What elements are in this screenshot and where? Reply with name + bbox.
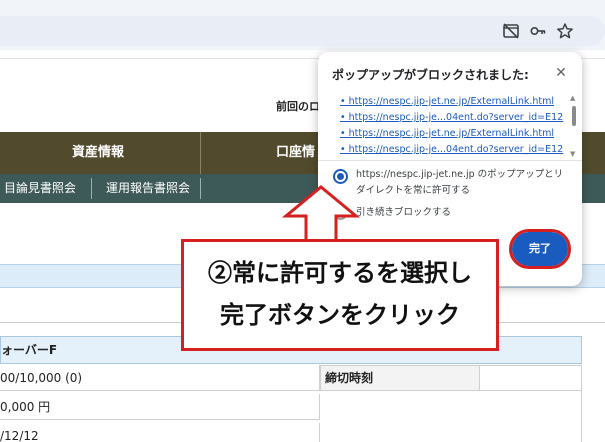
nav-divider (200, 132, 201, 174)
subnav-divider (200, 178, 201, 199)
tab-account[interactable]: 口座情 (276, 132, 315, 174)
table-row: 00/10,000 (0) (0, 365, 320, 391)
done-button[interactable]: 完了 (509, 229, 571, 269)
blocked-link[interactable]: • https://nespc.jip-jet.ne.jp/ExternalLi… (340, 126, 570, 142)
scroll-down-icon[interactable]: ▼ (570, 150, 575, 158)
subnav-prospectus[interactable]: 目論見書照会 (4, 174, 76, 203)
subnav-report[interactable]: 運用報告書照会 (106, 174, 190, 203)
allow-radio[interactable] (333, 169, 348, 184)
scroll-thumb[interactable] (572, 106, 576, 126)
annotation-line2: 完了ボタンをクリック (220, 300, 460, 329)
scroll-up-icon[interactable]: ▲ (570, 94, 575, 102)
dialog-title: ポップアップがブロックされました: (332, 68, 529, 82)
star-icon[interactable] (556, 22, 574, 40)
annotation-callout: ②常に許可するを選択し 完了ボタンをクリック (181, 239, 499, 351)
tab-assets[interactable]: 資産情報 (72, 132, 124, 174)
table-row: /12/12 (0, 423, 320, 442)
deadline-value (480, 365, 582, 391)
blocked-link[interactable]: • https://nespc.jip-je...04ent.do?server… (340, 142, 570, 158)
link-list-scrollbar[interactable]: ▲ ▼ (570, 94, 578, 158)
annotation-arrow-icon (282, 185, 360, 244)
blocked-link[interactable]: • https://nespc.jip-je...04ent.do?server… (340, 110, 570, 126)
last-login-label: 前回のロ (276, 100, 320, 113)
block-option-label[interactable]: 引き続きブロックする (356, 205, 451, 221)
table-cell (320, 391, 582, 442)
dialog-divider (318, 160, 582, 161)
blocked-link-list: • https://nespc.jip-jet.ne.jp/ExternalLi… (340, 94, 570, 158)
annotation-text: ②常に許可するを選択し 完了ボタンをクリック (184, 252, 496, 336)
blocked-link[interactable]: • https://nespc.jip-jet.ne.jp/ExternalLi… (340, 94, 570, 110)
close-icon[interactable]: ✕ (552, 64, 570, 82)
allow-option-label[interactable]: https://nespc.jip-jet.ne.jp のポップアップとリダイレ… (356, 167, 570, 199)
subnav-divider (91, 178, 92, 199)
fund-name: ォーバーF (1, 343, 58, 357)
deadline-label: 締切時刻 (320, 365, 480, 391)
table-row: 0,000 円 (0, 394, 320, 420)
key-icon[interactable] (529, 22, 547, 40)
annotation-line1: ②常に許可するを選択し (208, 258, 472, 287)
popup-blocked-icon[interactable] (502, 22, 520, 40)
browser-toolbar (0, 0, 605, 50)
